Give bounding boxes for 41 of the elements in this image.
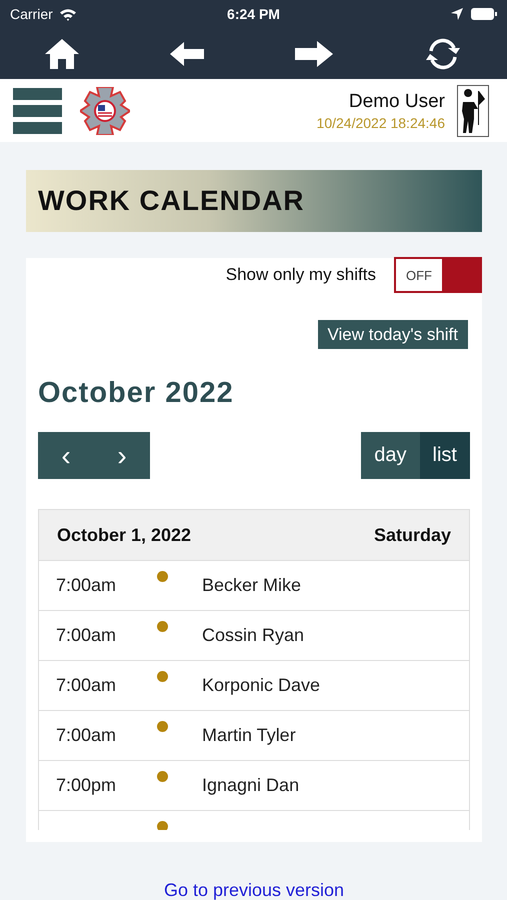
filter-label: Show only my shifts (226, 265, 376, 285)
menu-icon[interactable] (13, 88, 62, 134)
day-weekday: Saturday (374, 524, 451, 546)
event-time: 7:00am (55, 625, 118, 646)
event-row[interactable]: 7:00am Becker Mike (39, 561, 469, 611)
location-icon (451, 8, 463, 20)
back-arrow-icon[interactable] (170, 42, 204, 66)
user-name: Demo User (348, 90, 445, 112)
wifi-icon (58, 8, 77, 20)
event-row[interactable]: 7:00am Martin Tyler (39, 711, 469, 761)
battery-icon (471, 8, 497, 20)
avatar-silhouette-icon[interactable] (457, 84, 489, 136)
next-button[interactable]: › (94, 432, 150, 479)
view-today-button[interactable]: View today's shift (318, 320, 468, 349)
fire-department-logo (80, 86, 130, 134)
event-name: Martin Tyler (202, 725, 296, 746)
event-name: Korponic Dave (202, 675, 320, 696)
event-time: 7:00am (55, 675, 118, 696)
event-name: Becker Mike (202, 575, 302, 596)
view-tab[interactable]: list (420, 432, 470, 479)
home-icon[interactable] (45, 38, 80, 68)
month-title: October 2022 (38, 377, 235, 410)
timestamp: 10/24/2022 18:24:46 (316, 114, 445, 130)
day-date: October 1, 2022 (57, 524, 192, 546)
event-row[interactable]: 7:00am Korponic Dave (39, 661, 469, 711)
event-time: 7:00am (55, 725, 118, 746)
view-tab[interactable]: day (361, 432, 420, 479)
refresh-icon[interactable] (424, 38, 462, 70)
event-row[interactable]: 7:00pm Ignagni Dan (39, 761, 469, 811)
page-title-banner: WORK CALENDAR (26, 170, 482, 232)
status-time: 6:24 PM (227, 6, 280, 22)
event-time: 7:00am (55, 575, 118, 596)
event-time: 7:00pm (55, 775, 118, 796)
carrier-label: Carrier (10, 6, 53, 22)
shifts-toggle[interactable]: OFF (394, 257, 482, 293)
event-row[interactable]: 7:00am Cossin Ryan (39, 611, 469, 661)
event-name: Cossin Ryan (202, 625, 304, 646)
forward-arrow-icon[interactable] (294, 40, 333, 66)
previous-version-link[interactable]: Go to previous version (26, 880, 482, 900)
previous-button[interactable]: ‹ (38, 432, 94, 479)
event-name: Ignagni Dan (202, 775, 300, 796)
